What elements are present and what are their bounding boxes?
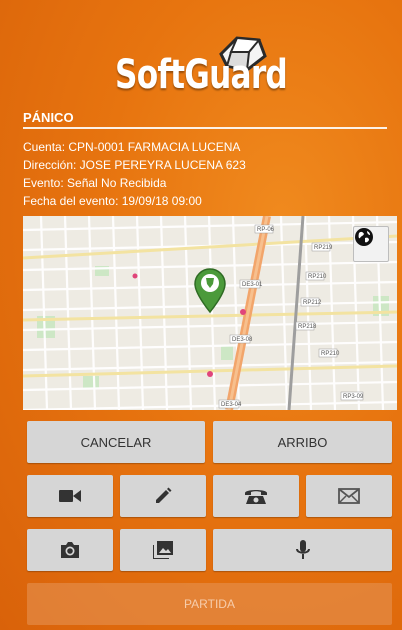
road-label: DE3-08 [232, 337, 253, 343]
map-canvas: RP-06 RP219 RP210 DE3-01 RP212 RP218 RP2… [23, 216, 397, 410]
phone-icon [245, 490, 267, 504]
event-title: PÁNICO [23, 110, 74, 125]
event-info: Cuenta: CPN-0001 FARMACIA LUCENA Direcci… [23, 138, 246, 210]
road-label: RP219 [314, 245, 333, 251]
logo-text: SoftGuard [115, 52, 288, 98]
photo-button[interactable] [27, 529, 113, 571]
note-button[interactable] [120, 475, 206, 517]
arrival-button[interactable]: ARRIBO [213, 421, 392, 463]
logo: SoftGuard [0, 18, 402, 98]
map-view[interactable]: RP-06 RP219 RP210 DE3-01 RP212 RP218 RP2… [23, 216, 397, 410]
microphone-icon [295, 540, 310, 559]
road-label: DE3-01 [242, 282, 263, 288]
event-status-text: Evento: Señal No Recibida [23, 176, 167, 190]
pencil-icon [156, 487, 172, 503]
road-label: RP3-09 [343, 394, 364, 400]
address-text: Dirección: JOSE PEREYRA LUCENA 623 [23, 158, 246, 172]
mail-icon [338, 488, 360, 504]
image-icon [153, 541, 173, 559]
account-text: Cuenta: CPN-0001 FARMACIA LUCENA [23, 140, 241, 154]
audio-button[interactable] [213, 529, 392, 571]
event-date-text: Fecha del evento: 19/09/18 09:00 [23, 194, 202, 208]
road-label: DE3-04 [221, 402, 242, 408]
road-label: RP-06 [257, 227, 275, 233]
globe-icon [355, 228, 373, 246]
video-camera-icon [59, 490, 81, 502]
road-label: RP218 [298, 324, 317, 330]
camera-icon [61, 542, 79, 558]
departure-button[interactable]: PARTIDA [27, 583, 392, 625]
cancel-button[interactable]: CANCELAR [27, 421, 205, 463]
road-label: RP210 [308, 274, 327, 280]
call-button[interactable] [213, 475, 299, 517]
mail-button[interactable] [306, 475, 392, 517]
video-button[interactable] [27, 475, 113, 517]
road-label: RP212 [303, 300, 322, 306]
title-divider [23, 127, 387, 129]
gallery-button[interactable] [120, 529, 206, 571]
road-label: RP210 [321, 351, 340, 357]
map-type-button[interactable] [353, 226, 389, 262]
